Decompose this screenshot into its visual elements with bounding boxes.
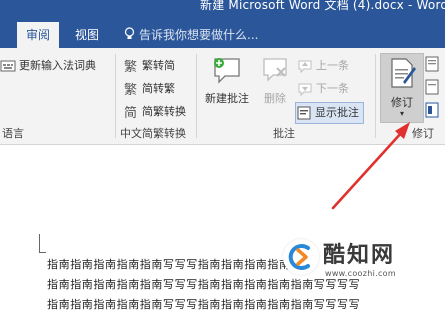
watermark-logo-icon bbox=[283, 239, 319, 275]
watermark-url: www.coozhi.com bbox=[325, 269, 396, 278]
watermark-name: 酷知网 bbox=[323, 243, 396, 268]
watermark: 酷知网 www.coozhi.com bbox=[283, 239, 401, 283]
